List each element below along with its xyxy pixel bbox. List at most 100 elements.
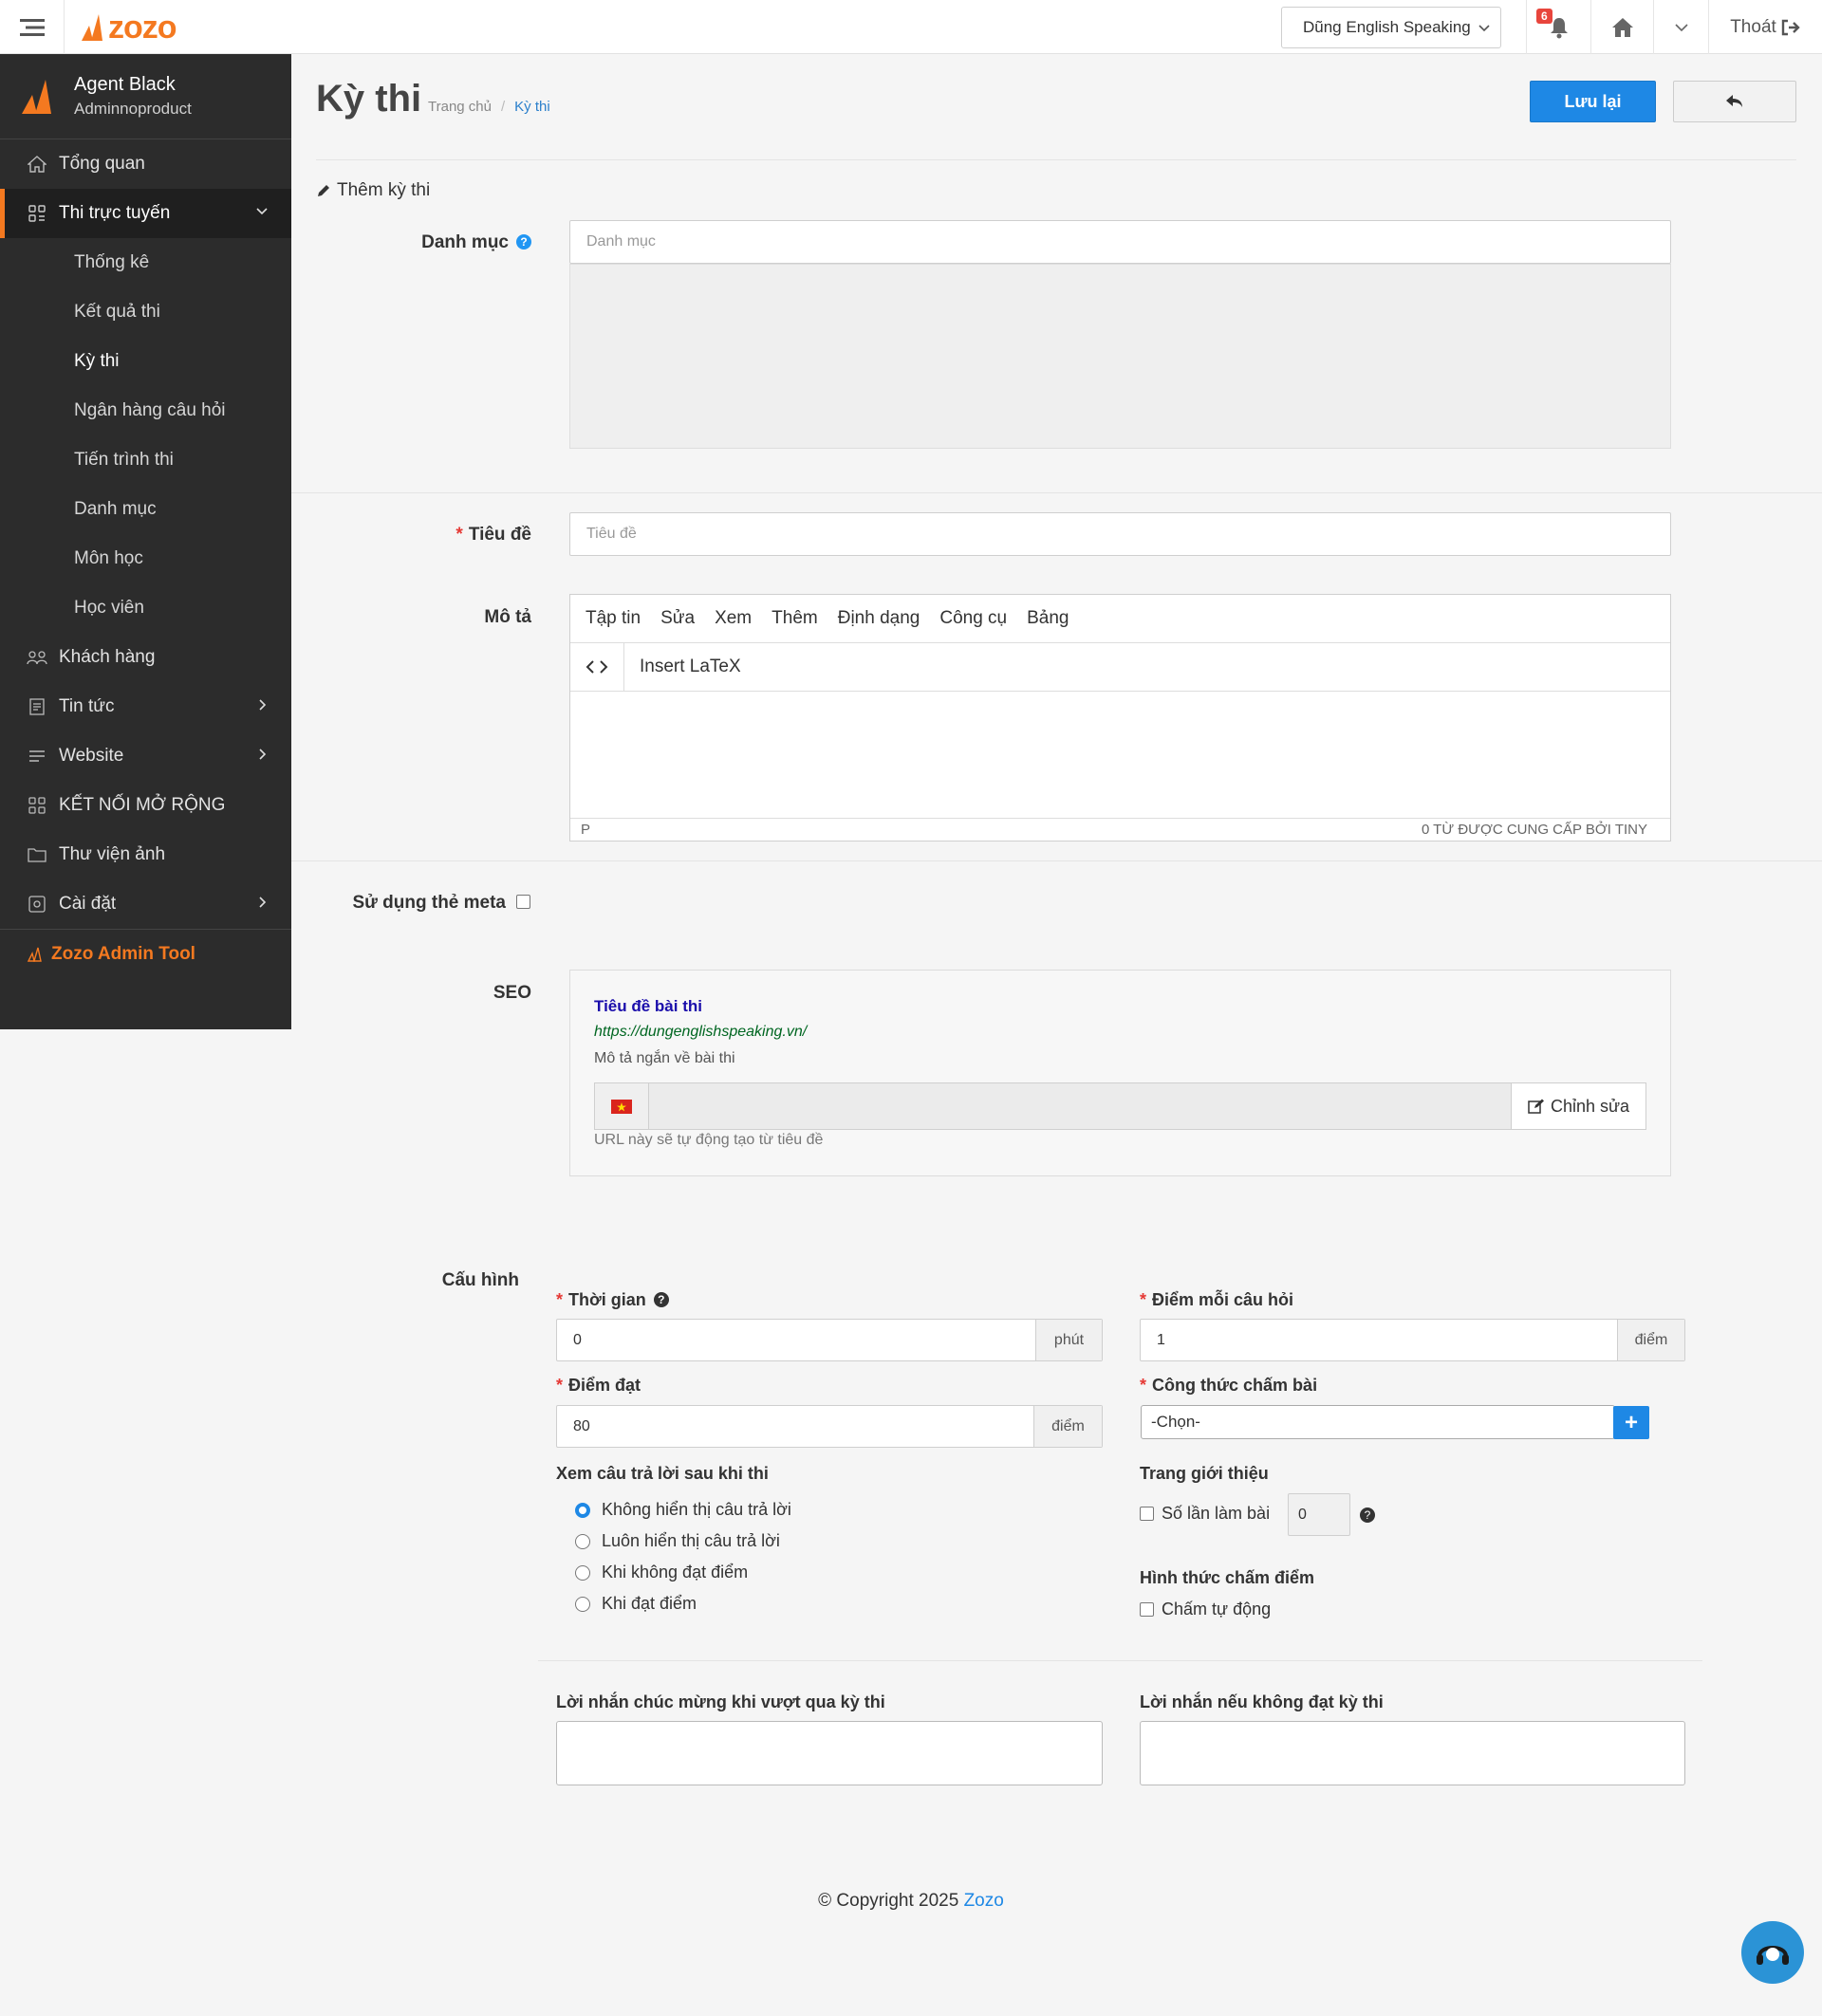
sidebar-item-online-exams[interactable]: Thi trực tuyến [0, 189, 291, 238]
description-editor[interactable]: Tập tin Sửa Xem Thêm Định dạng Công cụ B… [569, 594, 1671, 842]
user-profile[interactable]: Agent Black Adminnoproduct [0, 54, 291, 139]
help-icon[interactable]: ? [1360, 1507, 1375, 1523]
seo-slug-input[interactable] [649, 1083, 1511, 1129]
sidebar-item-settings[interactable]: Cài đặt [0, 879, 291, 929]
logout-button[interactable]: Thoát [1708, 0, 1822, 54]
zozo-tool-icon [27, 947, 42, 962]
points-unit: điểm [1617, 1320, 1684, 1360]
user-menu-dropdown[interactable] [1653, 0, 1708, 54]
attempts-checkbox[interactable] [1140, 1507, 1154, 1521]
chevron-down-icon [256, 208, 268, 215]
editor-menu-edit[interactable]: Sửa [660, 608, 695, 629]
home-icon [1611, 17, 1633, 37]
sidebar-subitem-statistics[interactable]: Thống kê [0, 238, 291, 287]
help-icon[interactable]: ? [653, 1292, 669, 1307]
description-label: Mô tả [484, 607, 531, 627]
title-label: * Tiêu đề [456, 525, 531, 545]
sidebar-subitem-categories[interactable]: Danh mục [0, 485, 291, 534]
fail-message-textarea[interactable] [1140, 1721, 1685, 1785]
pass-score-input[interactable]: 80 điểm [556, 1405, 1103, 1448]
points-input[interactable]: 1 điểm [1140, 1319, 1685, 1361]
save-button[interactable]: Lưu lại [1530, 81, 1656, 122]
editor-content-area[interactable] [570, 692, 1670, 818]
sidebar-subitem-exams[interactable]: Kỳ thi [0, 337, 291, 386]
editor-menu-insert[interactable]: Thêm [772, 608, 818, 629]
add-formula-button[interactable]: + [1613, 1406, 1649, 1439]
breadcrumb: Trang chủ / Kỳ thi [428, 99, 550, 115]
review-option-hide[interactable]: Không hiển thị câu trả lời [575, 1500, 791, 1520]
sidebar-subitem-question-bank[interactable]: Ngân hàng câu hỏi [0, 386, 291, 435]
notifications-button[interactable]: 6 [1526, 0, 1590, 54]
sidebar-admin-tool[interactable]: Zozo Admin Tool [0, 930, 291, 979]
title-input[interactable]: Tiêu đề [569, 512, 1671, 556]
logo-mark-icon [82, 13, 102, 41]
insert-latex-button[interactable]: Insert LaTeX [624, 657, 741, 677]
sidebar-item-integrations[interactable]: KẾT NỐI MỞ RỘNG [0, 781, 291, 830]
sidebar-item-label: Tin tức [59, 696, 115, 716]
chevron-right-icon [259, 699, 267, 711]
radio-button[interactable] [575, 1596, 590, 1612]
seo-panel: Tiêu đề bài thi https://dungenglishspeak… [569, 970, 1671, 1176]
time-input[interactable]: 0 phút [556, 1319, 1103, 1361]
pass-message-textarea[interactable] [556, 1721, 1103, 1785]
category-input[interactable]: Danh mục [569, 220, 1671, 264]
editor-menu-table[interactable]: Bảng [1027, 608, 1069, 629]
home-icon [28, 156, 46, 173]
sidebar-subitem-students[interactable]: Học viên [0, 583, 291, 633]
menu-toggle-button[interactable] [0, 0, 65, 54]
back-button[interactable] [1673, 81, 1796, 122]
sidebar-subitem-progress[interactable]: Tiến trình thi [0, 435, 291, 485]
logo-text: zozo [108, 9, 177, 46]
editor-menu-tools[interactable]: Công cụ [939, 608, 1007, 629]
sidebar-item-news[interactable]: Tin tức [0, 682, 291, 731]
formula-select[interactable]: -Chọn- [1141, 1405, 1615, 1439]
page-title: Kỳ thi [316, 78, 422, 120]
footer-link[interactable]: Zozo [964, 1891, 1004, 1911]
auto-grade-option[interactable]: Chấm tự động [1140, 1600, 1271, 1619]
seo-hint: URL này sẽ tự động tạo từ tiêu đề [594, 1132, 824, 1148]
formula-label: * Công thức chấm bài [1140, 1376, 1318, 1395]
support-chat-button[interactable] [1741, 1921, 1804, 1984]
copyright-text: © Copyright 2025 [818, 1891, 959, 1911]
seo-edit-button[interactable]: Chỉnh sửa [1511, 1083, 1645, 1129]
review-option-pass[interactable]: Khi đạt điểm [575, 1594, 697, 1614]
sidebar-item-customers[interactable]: Khách hàng [0, 633, 291, 682]
radio-button[interactable] [575, 1533, 590, 1549]
radio-button[interactable] [575, 1564, 590, 1581]
top-bar: zozo Dũng English Speaking 6 Thoát [0, 0, 1822, 54]
config-label: Cấu hình [441, 1270, 519, 1290]
section-heading: Thêm kỳ thi [316, 180, 430, 201]
category-placeholder: Danh mục [586, 233, 656, 250]
source-code-button[interactable] [570, 643, 624, 691]
sidebar-subitem-results[interactable]: Kết quả thi [0, 287, 291, 337]
attempts-option[interactable]: Số lần làm bài [1140, 1504, 1270, 1524]
help-icon[interactable]: ? [516, 234, 531, 250]
editor-menu-format[interactable]: Định dạng [838, 608, 920, 629]
title-placeholder: Tiêu đề [586, 526, 637, 542]
meta-checkbox[interactable] [516, 895, 530, 909]
sidebar-subitem-subjects[interactable]: Môn học [0, 534, 291, 583]
auto-grade-checkbox[interactable] [1140, 1602, 1154, 1617]
brand-logo[interactable]: zozo [78, 9, 177, 46]
home-button[interactable] [1590, 0, 1653, 54]
sidebar-item-overview[interactable]: Tổng quan [0, 139, 291, 189]
review-option-fail[interactable]: Khi không đạt điểm [575, 1563, 748, 1582]
menu-icon [19, 18, 45, 36]
sidebar-item-gallery[interactable]: Thư viện ảnh [0, 830, 291, 879]
grid-icon [28, 797, 46, 814]
sidebar-item-website[interactable]: Website [0, 731, 291, 781]
editor-menu-file[interactable]: Tập tin [586, 608, 641, 629]
editor-path: P [581, 822, 591, 838]
editor-menu-view[interactable]: Xem [715, 608, 752, 629]
logout-label: Thoát [1730, 16, 1776, 37]
seo-preview-description: Mô tả ngắn về bài thi [594, 1050, 735, 1066]
attempts-input[interactable]: 0 [1288, 1493, 1350, 1536]
sidebar-item-label: Tổng quan [59, 154, 145, 174]
breadcrumb-home[interactable]: Trang chủ [428, 99, 492, 115]
sidebar-item-label: Thư viện ảnh [59, 844, 166, 864]
settings-icon [28, 896, 46, 913]
review-option-always[interactable]: Luôn hiển thị câu trả lời [575, 1531, 780, 1551]
radio-button[interactable] [575, 1502, 590, 1518]
breadcrumb-current[interactable]: Kỳ thi [514, 99, 550, 115]
site-selector[interactable]: Dũng English Speaking [1281, 7, 1501, 48]
